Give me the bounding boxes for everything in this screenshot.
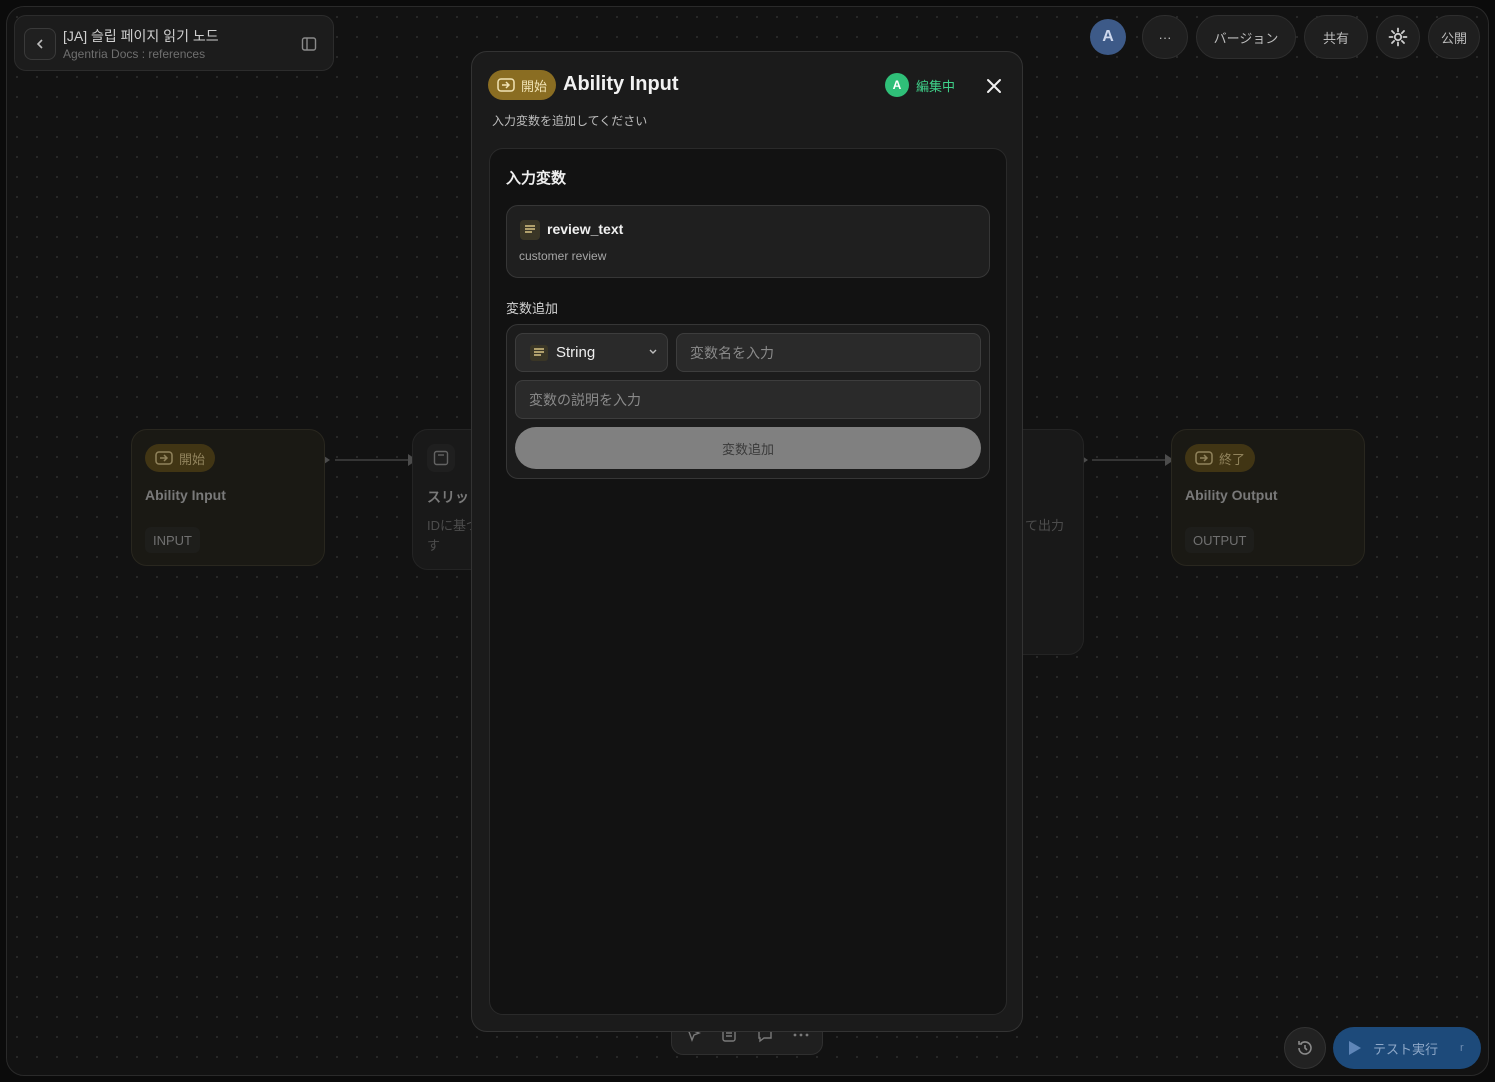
test-run-label: テスト実行: [1373, 1041, 1439, 1057]
chevron-down-icon: [649, 349, 657, 354]
play-icon: [1349, 1041, 1361, 1055]
version-button[interactable]: バージョン: [1196, 15, 1296, 59]
variable-name-input[interactable]: [676, 333, 981, 372]
publish-button[interactable]: 公開: [1428, 15, 1480, 59]
add-variable-button[interactable]: 変数追加: [515, 427, 981, 469]
test-run-button[interactable]: テスト実行 r: [1333, 1027, 1481, 1069]
share-button[interactable]: 共有: [1304, 15, 1368, 59]
entry-icon: [497, 78, 515, 92]
gear-icon: [1388, 27, 1408, 47]
close-icon[interactable]: [984, 76, 1004, 96]
settings-button[interactable]: [1376, 15, 1420, 59]
text-type-icon: [530, 344, 548, 361]
history-button[interactable]: [1284, 1027, 1326, 1069]
back-button[interactable]: [24, 28, 56, 60]
editor-avatar: A: [885, 73, 909, 97]
user-avatar[interactable]: A: [1090, 19, 1126, 55]
chevron-left-icon: [36, 39, 43, 49]
input-variables-panel: 入力変数 review_text customer review 変数追加 St…: [489, 148, 1007, 1015]
section-title: 入力変数: [506, 170, 567, 187]
editing-label: 編集中: [916, 78, 956, 94]
chip-label: 開始: [521, 78, 548, 94]
variable-name: review_text: [547, 221, 624, 237]
selected-type: String: [556, 344, 596, 361]
editing-status: A 編集中: [885, 73, 955, 97]
text-type-icon: [520, 220, 540, 240]
test-run-shortcut: r: [1460, 1042, 1464, 1054]
history-icon: [1298, 1041, 1312, 1055]
workflow-title-card: [JA] 슬립 페이지 읽기 노드 Agentria Docs : refere…: [14, 15, 334, 71]
variable-description: customer review: [519, 249, 607, 263]
node-settings-modal: 開始 Ability Input A 編集中 入力変数を追加してください 入力変…: [471, 51, 1023, 1032]
add-variable-form: String 変数追加: [506, 324, 990, 479]
workflow-title: [JA] 슬립 페이지 읽기 노드: [63, 28, 219, 44]
workflow-breadcrumb: Agentria Docs : references: [63, 47, 206, 61]
sidebar-toggle-icon[interactable]: [301, 36, 317, 52]
more-button[interactable]: ···: [1142, 15, 1188, 59]
modal-title: Ability Input: [563, 73, 679, 95]
variable-description-input[interactable]: [515, 380, 981, 419]
add-variable-label: 変数追加: [506, 301, 559, 316]
start-chip: 開始: [488, 70, 557, 100]
variable-type-select[interactable]: String: [515, 333, 668, 372]
modal-subtitle: 入力変数を追加してください: [492, 114, 648, 128]
variable-card[interactable]: review_text customer review: [506, 205, 990, 278]
